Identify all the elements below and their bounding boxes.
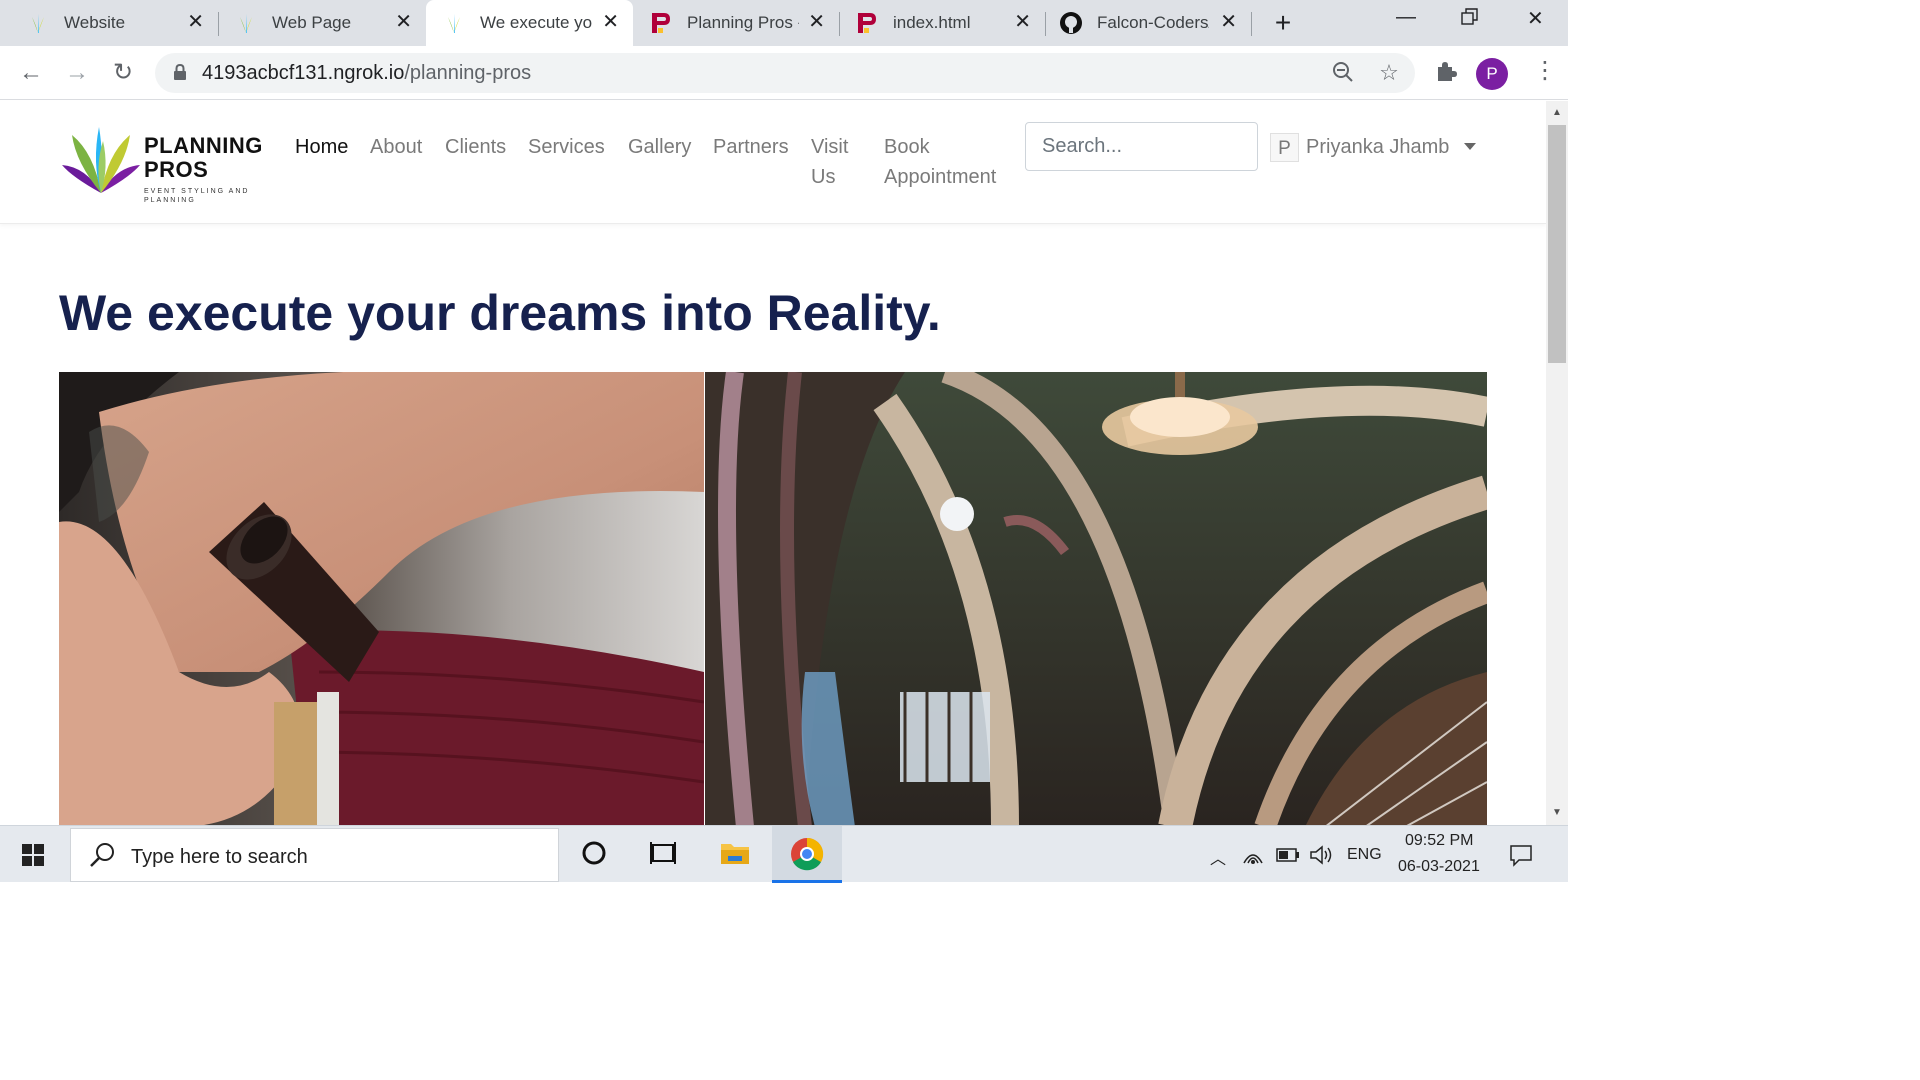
browser-tab-strip: Website ✕ Web Page ✕ We execute your ✕ P… [0,0,1568,46]
browser-tab-index-html[interactable]: index.html ✕ [839,0,1045,46]
close-tab-icon[interactable]: ✕ [1014,12,1031,32]
menu-kebab-icon[interactable]: ⋮ [1533,56,1557,85]
close-tab-icon[interactable]: ✕ [187,12,204,32]
brand-name-line1: PLANNING [144,133,263,158]
nav-book-appointment[interactable]: Book Appointment [884,132,1004,192]
chrome-taskbar-button[interactable] [772,826,842,883]
tab-title: We execute your [480,13,592,32]
browser-tab-planning-pros[interactable]: Planning Pros - ✕ [633,0,839,46]
nav-clients[interactable]: Clients [445,132,506,162]
url-host: 4193acbcf131.ngrok.io [202,62,405,84]
clock-date[interactable]: 06-03-2021 [1398,858,1480,876]
browser-tab-active[interactable]: We execute your ✕ [426,0,633,46]
nav-services[interactable]: Services [528,132,605,162]
browser-tab-website[interactable]: Website ✕ [0,0,218,46]
browser-toolbar: ← → ↻ 4193acbcf131.ngrok.io/planning-pro… [0,46,1568,100]
cortana-icon[interactable] [577,836,611,870]
user-avatar[interactable]: P [1270,133,1299,162]
tab-title: Falcon-Coders/ [1097,13,1209,32]
clock-time[interactable]: 09:52 PM [1405,832,1473,850]
language-indicator[interactable]: ENG [1347,846,1382,864]
site-navbar: PLANNING PROS EVENT STYLING AND PLANNING… [0,101,1546,224]
back-arrow-icon[interactable]: ← [16,58,46,88]
taskbar-search-box[interactable]: Type here to search [70,828,559,882]
address-bar[interactable]: 4193acbcf131.ngrok.io/planning-pros ☆ [155,53,1415,93]
lotus-icon [26,11,50,35]
site-logo[interactable]: PLANNING PROS EVENT STYLING AND PLANNING [62,123,262,205]
close-tab-icon[interactable]: ✕ [808,12,825,32]
brand-name-line2: PROS [144,157,209,182]
scroll-up-icon[interactable]: ▲ [1552,107,1562,118]
hero-image-wristwatch [59,372,704,825]
restore-icon[interactable] [1461,8,1479,32]
close-window-icon[interactable]: ✕ [1527,6,1544,31]
profile-avatar[interactable]: P [1476,58,1508,90]
zoom-icon[interactable] [1331,61,1355,85]
hero-title: We execute your dreams into Reality. [59,285,941,341]
github-icon [1059,11,1083,35]
browser-tab-falcon-coders[interactable]: Falcon-Coders/ ✕ [1045,0,1251,46]
minimize-icon[interactable]: — [1396,6,1416,29]
nav-partners[interactable]: Partners [713,132,789,162]
new-tab-plus-icon[interactable]: + [1268,8,1298,38]
lotus-icon [234,11,258,35]
extensions-puzzle-icon[interactable] [1434,59,1458,89]
tab-divider [1251,12,1252,36]
p-logo-icon [649,11,673,35]
bookmark-star-icon[interactable]: ☆ [1377,61,1401,85]
windows-taskbar: Type here to search ︿ ENG 09:52 PM 06-03… [0,825,1568,883]
tab-title: Web Page [272,13,352,32]
chrome-icon [791,837,824,871]
user-menu-name[interactable]: Priyanka Jhamb [1306,132,1449,162]
tab-title: index.html [893,13,971,32]
scrollbar-thumb[interactable] [1548,125,1566,363]
caret-down-icon[interactable] [1464,143,1476,150]
nav-home[interactable]: Home [295,132,348,162]
tab-title: Planning Pros - [687,13,799,32]
windows-start-icon[interactable] [22,844,44,866]
web-page: PLANNING PROS EVENT STYLING AND PLANNING… [0,101,1546,825]
url-text[interactable]: 4193acbcf131.ngrok.io/planning-pros [202,62,531,85]
nav-about[interactable]: About [370,132,422,162]
p-logo-icon [855,11,879,35]
notifications-icon[interactable] [1509,843,1533,867]
network-wifi-icon[interactable] [1242,845,1264,865]
wristwatch-photo [59,372,704,825]
hero-image-ornate-hall [705,372,1487,825]
brand-tagline: EVENT STYLING AND PLANNING [144,188,250,204]
forward-arrow-icon[interactable]: → [62,58,92,88]
lock-icon[interactable] [173,64,187,80]
task-view-icon[interactable] [646,836,680,870]
lotus-icon [442,11,466,35]
nav-visit-us[interactable]: Visit Us [811,132,855,192]
site-search-input[interactable] [1025,122,1258,171]
search-icon [90,843,114,867]
tab-title: Website [64,13,126,32]
volume-icon[interactable] [1309,845,1333,865]
file-explorer-icon[interactable] [718,836,752,870]
browser-tab-web-page[interactable]: Web Page ✕ [208,0,426,46]
nav-gallery[interactable]: Gallery [628,132,691,162]
url-path: /planning-pros [404,62,532,84]
scroll-down-icon[interactable]: ▼ [1552,807,1562,818]
battery-icon[interactable] [1276,848,1300,862]
lotus-logo-icon [62,127,140,193]
close-tab-icon[interactable]: ✕ [602,12,619,32]
reload-icon[interactable]: ↻ [108,58,138,88]
taskbar-search-placeholder: Type here to search [131,846,308,868]
show-hidden-icons-chevron-icon[interactable]: ︿ [1210,845,1226,869]
page-scrollbar[interactable]: ▲ ▼ [1546,101,1568,825]
close-tab-icon[interactable]: ✕ [395,12,412,32]
close-tab-icon[interactable]: ✕ [1220,12,1237,32]
ornate-hall-photo [705,372,1487,825]
